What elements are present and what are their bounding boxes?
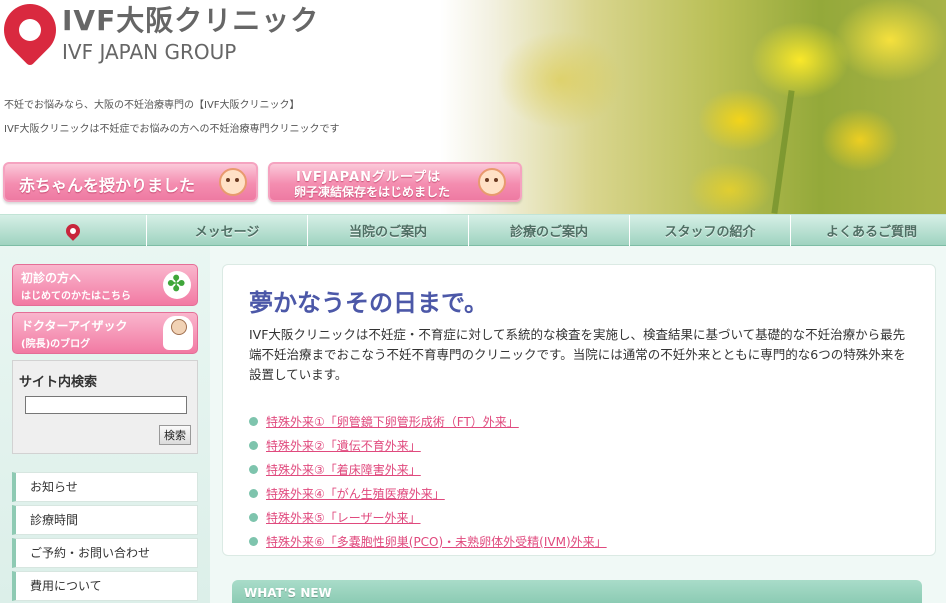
clinic-link[interactable]: 特殊外来①「卵管鏡下卵管形成術（FT）外来」	[266, 413, 519, 430]
list-item: 特殊外来⑥「多嚢胞性卵巣(PCO)・未熟卵体外受精(IVM)外来」	[249, 529, 607, 553]
logo-pin-icon	[0, 0, 67, 67]
header-description: IVF大阪クリニックは不妊症でお悩みの方への不妊治療専門クリニックです	[4, 124, 340, 135]
bullet-icon	[249, 440, 258, 450]
site-header: IVF大阪クリニック IVF JAPAN GROUP 不妊でお悩みなら、大阪の不…	[0, 0, 946, 214]
doctor-blog-subtitle: (院長)のブログ	[21, 339, 91, 350]
header-tagline: 不妊でお悩みなら、大阪の不妊治療専門の【IVF大阪クリニック】	[4, 100, 300, 111]
list-item: 特殊外来④「がん生殖医療外来」	[249, 481, 607, 505]
doctor-blog-banner[interactable]: ドクターアイザック (院長)のブログ	[12, 312, 198, 354]
search-input[interactable]	[25, 396, 187, 414]
doctor-icon	[163, 316, 193, 350]
site-search-title: サイト内検索	[19, 375, 98, 390]
clinic-link[interactable]: 特殊外来③「着床障害外来」	[266, 461, 421, 478]
clinic-link[interactable]: 特殊外来⑥「多嚢胞性卵巣(PCO)・未熟卵体外受精(IVM)外来」	[266, 533, 607, 550]
clover-icon	[163, 271, 191, 299]
egg-freezing-banner-line2: 卵子凍結保存をはじめました	[294, 185, 451, 199]
baby-icon	[478, 168, 506, 196]
first-visit-banner[interactable]: 初診の方へ はじめてのかたはこちら	[12, 264, 198, 306]
clinic-link[interactable]: 特殊外来⑤「レーザー外来」	[266, 509, 421, 526]
nav-treatment-guide[interactable]: 診療のご案内	[469, 215, 630, 246]
nav-clinic-guide[interactable]: 当院のご案内	[308, 215, 469, 246]
global-nav: メッセージ 当院のご案内 診療のご案内 スタッフの紹介 よくあるご質問	[0, 214, 946, 246]
doctor-blog-title: ドクターアイザック	[21, 319, 128, 333]
page-headline: 夢かなうその日まで。	[249, 288, 489, 317]
sidebar-item-contact[interactable]: ご予約・お問い合わせ	[12, 538, 198, 568]
site-logo[interactable]: IVF大阪クリニック IVF JAPAN GROUP	[0, 0, 318, 68]
nav-home[interactable]	[0, 215, 147, 246]
sidebar: 初診の方へ はじめてのかたはこちら ドクターアイザック (院長)のブログ サイト…	[0, 246, 210, 603]
bullet-icon	[249, 512, 258, 522]
list-item: 特殊外来⑤「レーザー外来」	[249, 505, 607, 529]
baby-success-banner[interactable]: 赤ちゃんを授かりました	[3, 162, 258, 202]
baby-icon	[219, 168, 247, 196]
list-item: 特殊外来①「卵管鏡下卵管形成術（FT）外来」	[249, 409, 607, 433]
intro-text: IVF大阪クリニックは不妊症・不育症に対して系統的な検査を実施し、検査結果に基づ…	[249, 327, 906, 382]
bullet-icon	[249, 488, 258, 498]
nav-message[interactable]: メッセージ	[147, 215, 308, 246]
clinic-link[interactable]: 特殊外来④「がん生殖医療外来」	[266, 485, 445, 502]
main-area: 夢かなうその日まで。 IVF大阪クリニックは不妊症・不育症に対して系統的な検査を…	[210, 246, 946, 603]
sidebar-item-news[interactable]: お知らせ	[12, 472, 198, 502]
site-search: サイト内検索 検索	[12, 360, 198, 454]
bullet-icon	[249, 416, 258, 426]
nav-faq[interactable]: よくあるご質問	[791, 215, 946, 246]
bullet-icon	[249, 464, 258, 474]
baby-success-banner-label: 赤ちゃんを授かりました	[19, 176, 196, 195]
first-visit-subtitle: はじめてのかたはこちら	[21, 291, 131, 302]
nav-staff[interactable]: スタッフの紹介	[630, 215, 791, 246]
sidebar-item-hours[interactable]: 診療時間	[12, 505, 198, 535]
bullet-icon	[249, 536, 258, 546]
sidebar-item-fees[interactable]: 費用について	[12, 571, 198, 601]
list-item: 特殊外来②「遺伝不育外来」	[249, 433, 607, 457]
search-button[interactable]: 検索	[159, 425, 191, 445]
special-clinic-list: 特殊外来①「卵管鏡下卵管形成術（FT）外来」 特殊外来②「遺伝不育外来」 特殊外…	[249, 409, 607, 553]
intro-panel: 夢かなうその日まで。 IVF大阪クリニックは不妊症・不育症に対して系統的な検査を…	[222, 264, 936, 556]
logo-title: IVF大阪クリニック	[62, 4, 320, 37]
list-item: 特殊外来③「着床障害外来」	[249, 457, 607, 481]
logo-subtitle: IVF JAPAN GROUP	[62, 40, 237, 64]
first-visit-title: 初診の方へ	[21, 271, 82, 285]
egg-freezing-banner[interactable]: IVFJAPANグループは 卵子凍結保存をはじめました	[268, 162, 522, 202]
whats-new-header: WHAT'S NEW	[232, 580, 922, 603]
clinic-link[interactable]: 特殊外来②「遺伝不育外来」	[266, 437, 421, 454]
home-pin-icon	[63, 220, 83, 241]
